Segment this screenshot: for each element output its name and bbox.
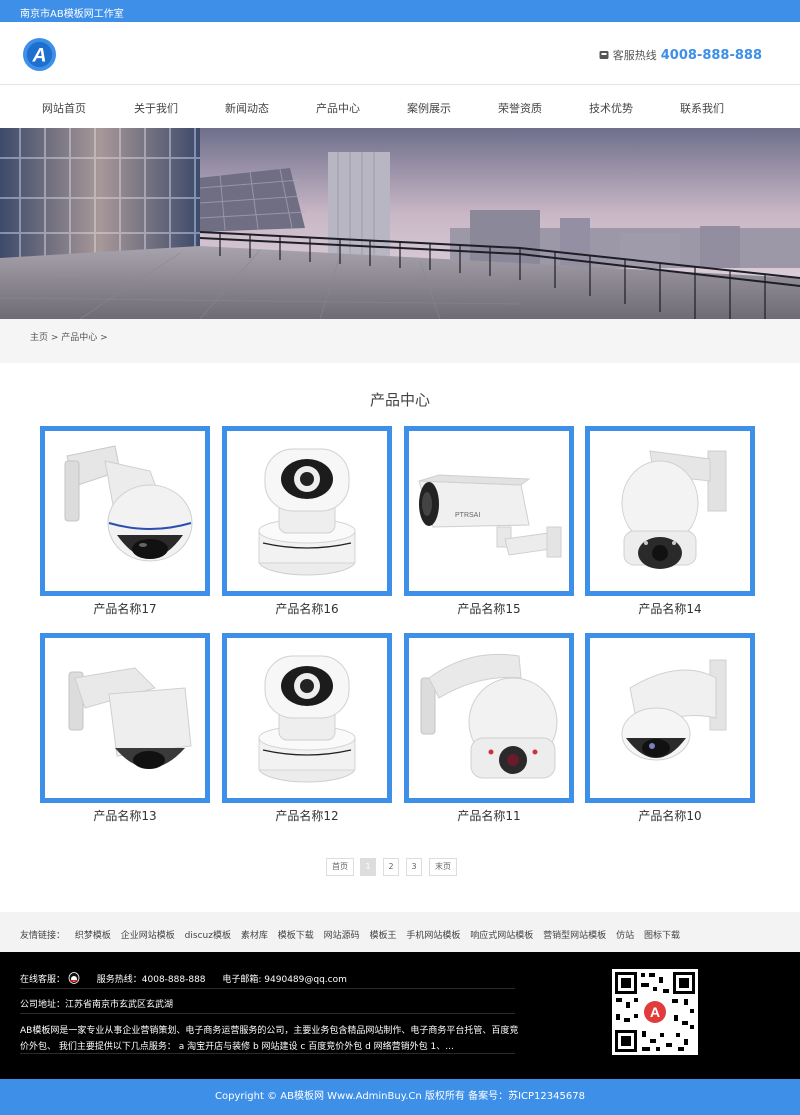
pagination-last[interactable]: 末页 xyxy=(429,858,457,876)
breadcrumb-text[interactable]: 主页 > 产品中心 > xyxy=(30,330,108,343)
phone-icon xyxy=(599,51,609,59)
nav-item-news[interactable]: 新闻动态 xyxy=(202,100,292,116)
product-card-10[interactable] xyxy=(585,633,755,803)
friendly-links: 友情链接： 织梦模板 企业网站模板 discuz模板 素材库 模板下载 网站源码… xyxy=(0,912,800,952)
svg-text:A: A xyxy=(650,1004,660,1020)
link-item[interactable]: 手机网站模板 xyxy=(406,931,460,941)
pagination-first[interactable]: 首页 xyxy=(326,858,354,876)
footer-email: 电子邮箱: 9490489@qq.com xyxy=(222,975,347,985)
breadcrumb: 主页 > 产品中心 > xyxy=(0,319,800,363)
product-card-17[interactable] xyxy=(40,426,210,596)
divider xyxy=(20,1053,515,1054)
product-card-13[interactable] xyxy=(40,633,210,803)
hotline-number: 4008-888-888 xyxy=(660,47,762,63)
link-item[interactable]: 模板王 xyxy=(370,931,397,941)
service-hotline: 服务热线：4008-888-888 xyxy=(96,975,206,985)
links-label: 友情链接： xyxy=(20,931,66,941)
bullet-camera-image: PTRSAI xyxy=(418,474,562,558)
link-item[interactable]: 素材库 xyxy=(241,931,268,941)
link-item[interactable]: 企业网站模板 xyxy=(121,931,175,941)
copyright-bar: Copyright © AB模板网 Www.AdminBuy.Cn 版权所有 备… xyxy=(0,1079,800,1115)
hotline-label: 客服热线 xyxy=(612,49,657,62)
link-item[interactable]: 网站源码 xyxy=(324,931,360,941)
footer-desc-line2: 价外包、 我们主要提供以下几点服务： a 淘宝开店与装修 b 网站建设 c 百度… xyxy=(20,1042,454,1052)
nav-item-home[interactable]: 网站首页 xyxy=(19,100,109,116)
svg-text:A: A xyxy=(31,44,46,66)
nav-item-products[interactable]: 产品中心 xyxy=(293,100,383,116)
divider xyxy=(20,1013,515,1014)
ip-camera-image xyxy=(258,655,356,783)
product-name[interactable]: 产品名称16 xyxy=(222,600,392,617)
product-name[interactable]: 产品名称11 xyxy=(404,807,574,824)
copyright-text: Copyright © AB模板网 Www.AdminBuy.Cn 版权所有 备… xyxy=(215,1091,585,1102)
product-card-16[interactable] xyxy=(222,426,392,596)
dome-camera-image xyxy=(68,667,192,769)
product-name[interactable]: 产品名称10 xyxy=(585,807,755,824)
nav-item-contact[interactable]: 联系我们 xyxy=(657,100,747,116)
dome-camera-image xyxy=(420,653,558,779)
product-card-12[interactable] xyxy=(222,633,392,803)
product-card-15[interactable]: PTRSAI xyxy=(404,426,574,596)
link-item[interactable]: 模板下载 xyxy=(278,931,314,941)
footer-contact-row: 在线客服： 服务热线：4008-888-888 电子邮箱: 9490489@qq… xyxy=(20,972,347,985)
product-name[interactable]: 产品名称12 xyxy=(222,807,392,824)
qr-code-image: A xyxy=(612,969,698,1055)
product-card-14[interactable] xyxy=(585,426,755,596)
link-item[interactable]: 织梦模板 xyxy=(75,931,111,941)
footer-address: 公司地址：江苏省南京市玄武区玄武湖 xyxy=(20,1000,174,1010)
banner-image xyxy=(0,128,800,319)
product-name[interactable]: 产品名称13 xyxy=(40,807,210,824)
hotline: 客服热线 4008-888-888 xyxy=(599,47,762,63)
link-item[interactable]: 响应式网站模板 xyxy=(470,931,533,941)
pagination-page-1[interactable]: 1 xyxy=(360,858,376,876)
qq-icon[interactable] xyxy=(68,972,80,984)
dome-camera-image xyxy=(64,445,193,562)
product-name[interactable]: 产品名称17 xyxy=(40,600,210,617)
nav-item-about[interactable]: 关于我们 xyxy=(111,100,201,116)
link-item[interactable]: 营销型网站模板 xyxy=(543,931,606,941)
footer-desc-line1: AB模板网是一家专业从事企业营销策划、电子商务运营服务的公司，主要业务包含精品网… xyxy=(20,1026,519,1036)
svg-text:PTRSAI: PTRSAI xyxy=(455,512,480,519)
online-service-label: 在线客服： xyxy=(20,975,66,985)
product-name[interactable]: 产品名称14 xyxy=(585,600,755,617)
page-title: 产品中心 xyxy=(369,391,430,409)
product-card-11[interactable] xyxy=(404,633,574,803)
nav-item-cases[interactable]: 案例展示 xyxy=(384,100,474,116)
dome-camera-image xyxy=(621,450,727,569)
pagination-page-2[interactable]: 2 xyxy=(383,858,399,876)
top-bar: 南京市AB模板网工作室 xyxy=(0,0,800,22)
site-studio-title: 南京市AB模板网工作室 xyxy=(20,9,124,20)
logo-icon[interactable]: A xyxy=(22,37,57,72)
nav-item-honors[interactable]: 荣誉资质 xyxy=(475,100,565,116)
main-nav: 网站首页 关于我们 新闻动态 产品中心 案例展示 荣誉资质 技术优势 联系我们 xyxy=(0,86,800,128)
link-item[interactable]: 仿站 xyxy=(616,931,634,941)
header: A 客服热线 4008-888-888 xyxy=(0,22,800,85)
product-name[interactable]: 产品名称15 xyxy=(404,600,574,617)
nav-item-tech[interactable]: 技术优势 xyxy=(566,100,656,116)
ip-camera-image xyxy=(258,448,356,576)
dome-camera-image xyxy=(621,659,727,761)
link-item[interactable]: discuz模板 xyxy=(185,931,231,941)
link-item[interactable]: 图标下载 xyxy=(644,931,680,941)
divider xyxy=(20,988,515,989)
pagination-page-3[interactable]: 3 xyxy=(406,858,422,876)
